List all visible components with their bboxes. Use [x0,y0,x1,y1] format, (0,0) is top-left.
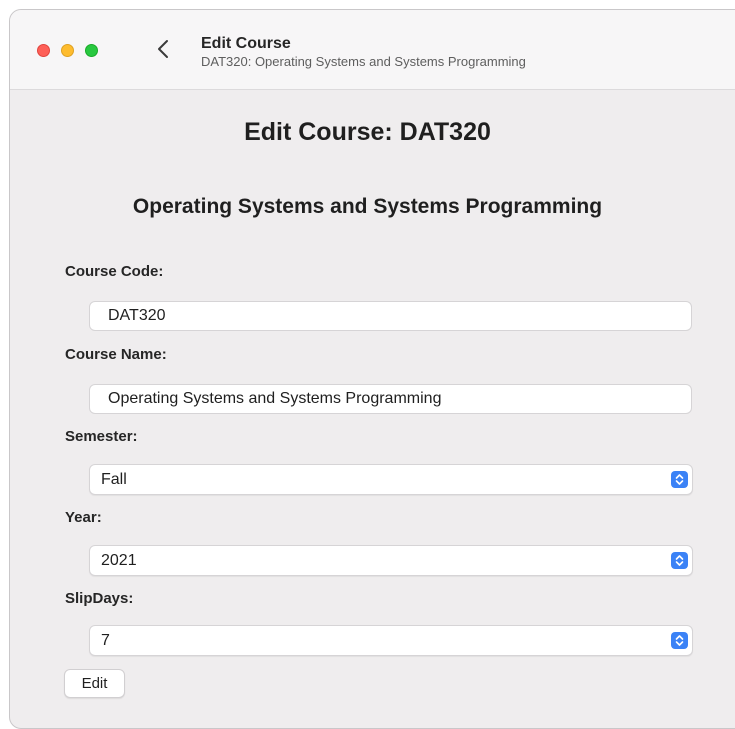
maximize-window-button[interactable] [85,44,98,57]
window-title: Edit Course [201,35,291,52]
app-window: Edit Course DAT320: Operating Systems an… [9,9,735,729]
course-code-input[interactable] [89,301,692,331]
course-name-input[interactable] [89,384,692,414]
slip-days-label: SlipDays: [65,590,134,607]
updown-chevron-icon [671,632,688,649]
window-title-block: Edit Course DAT320: Operating Systems an… [201,34,526,70]
year-selected-value: 2021 [101,552,137,569]
page-title: Edit Course: DAT320 [244,118,491,146]
semester-select[interactable]: Fall [89,464,693,495]
edit-submit-button[interactable]: Edit [64,669,125,698]
course-name-label: Course Name: [65,346,167,363]
semester-label: Semester: [65,428,138,445]
year-label: Year: [65,509,102,526]
title-bar: Edit Course DAT320: Operating Systems an… [10,10,735,90]
close-window-button[interactable] [37,44,50,57]
updown-chevron-icon [671,552,688,569]
semester-selected-value: Fall [101,471,127,488]
updown-chevron-icon [671,471,688,488]
course-full-name-heading: Operating Systems and Systems Programmin… [132,195,603,218]
slip-days-select[interactable]: 7 [89,625,693,656]
window-subtitle: DAT320: Operating Systems and Systems Pr… [201,54,526,69]
slip-days-selected-value: 7 [101,632,110,649]
course-code-label: Course Code: [65,263,164,280]
back-button[interactable] [151,38,175,64]
chevron-left-icon [157,39,169,64]
minimize-window-button[interactable] [61,44,74,57]
year-select[interactable]: 2021 [89,545,693,576]
